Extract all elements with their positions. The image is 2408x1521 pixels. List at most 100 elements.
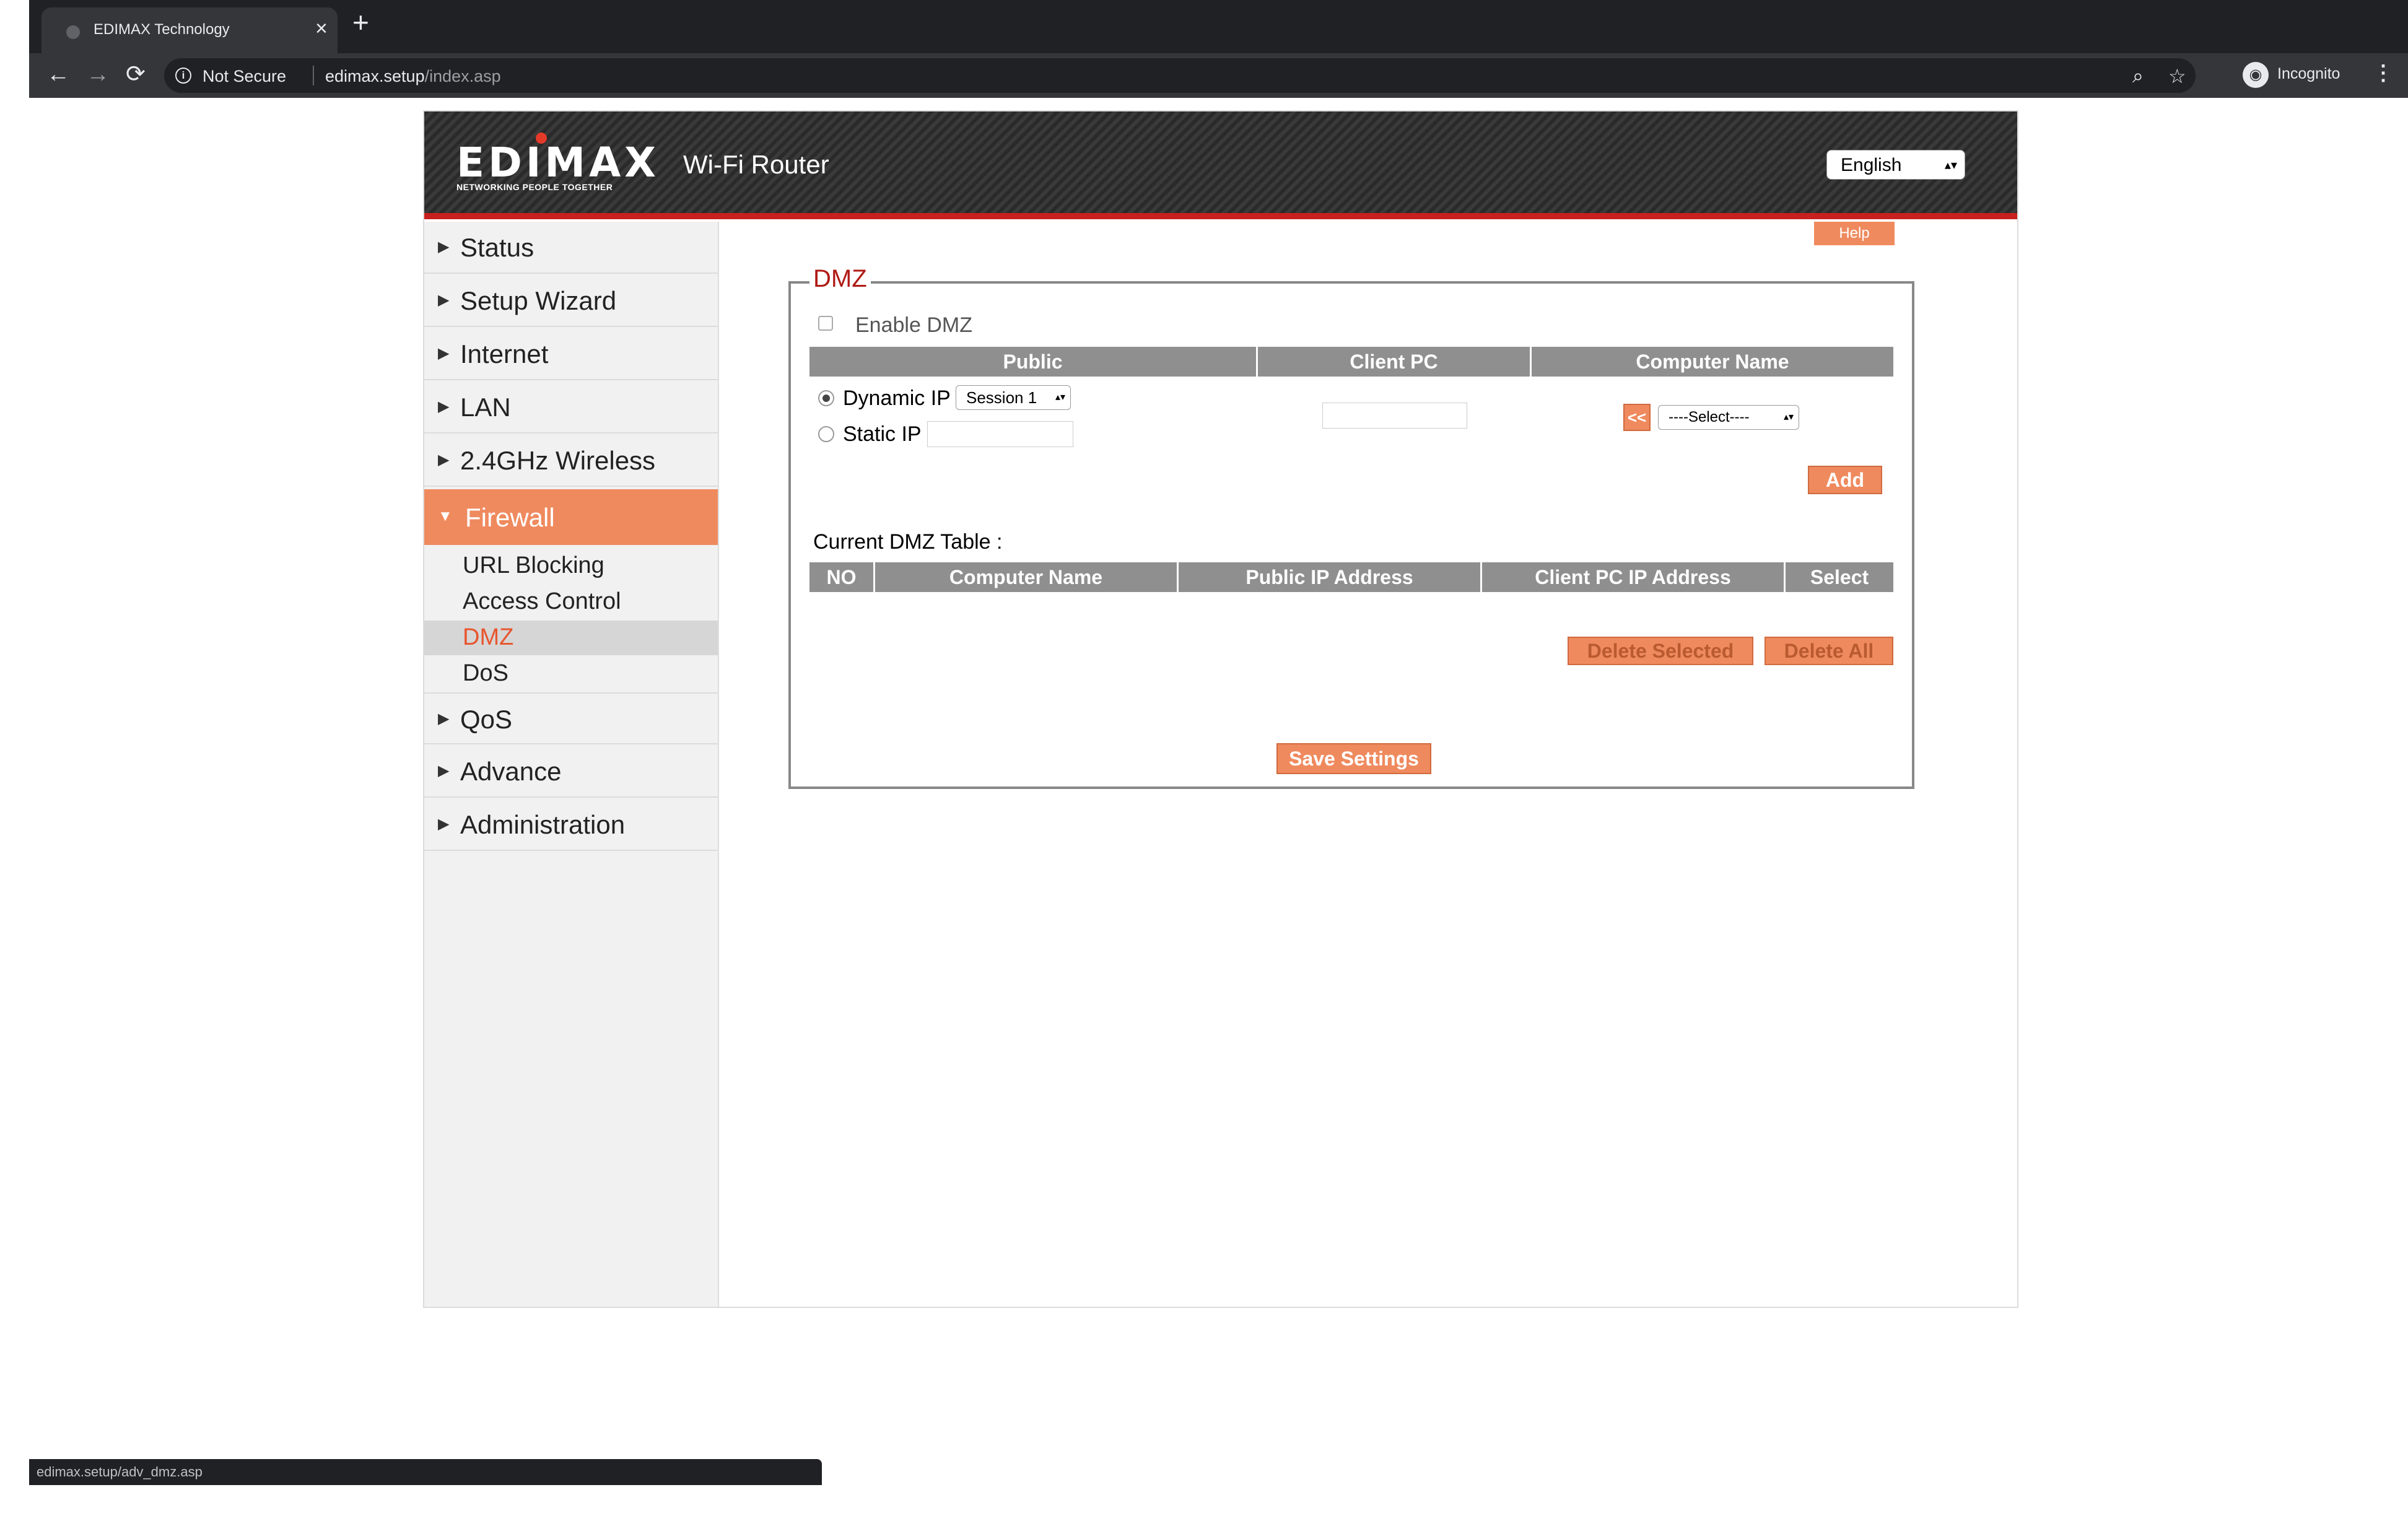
- static-ip-input[interactable]: [927, 421, 1073, 447]
- sidebar-item-qos[interactable]: ▶ QoS: [424, 692, 718, 744]
- select-arrow-icon: ▴▾: [1783, 412, 1794, 422]
- language-select[interactable]: English ▴▾: [1826, 150, 1965, 180]
- sidebar-item-label: Firewall: [465, 503, 555, 532]
- menu-icon[interactable]: ⋮: [2373, 61, 2394, 85]
- sidebar-item-internet[interactable]: ▶ Internet: [424, 328, 718, 380]
- divider: [313, 66, 314, 85]
- header-banner: EDIMAX NETWORKING PEOPLE TOGETHER Wi-Fi …: [424, 111, 2017, 216]
- select-arrow-icon: ▴▾: [1944, 159, 1957, 172]
- sidebar-item-firewall[interactable]: ▼ Firewall: [424, 489, 718, 545]
- forward-icon[interactable]: →: [86, 62, 110, 87]
- sidebar-subitem-dos[interactable]: DoS: [424, 656, 718, 691]
- sidebar-item-label: Internet: [460, 339, 549, 368]
- sidebar-subitem-url-blocking[interactable]: URL Blocking: [424, 549, 718, 583]
- sidebar-item-label: Advance: [460, 757, 562, 786]
- triangle-down-icon: ▼: [438, 508, 453, 525]
- star-icon[interactable]: ☆: [2168, 64, 2186, 88]
- sidebar-subitem-access-control[interactable]: Access Control: [424, 585, 718, 619]
- sidebar-item-label: Administration: [460, 810, 626, 839]
- url-text[interactable]: edimax.setup/index.asp: [325, 67, 501, 86]
- reload-icon[interactable]: ⟳: [126, 62, 146, 87]
- client-pc-input[interactable]: [1322, 403, 1467, 429]
- sidebar-subitem-dmz[interactable]: DMZ: [424, 621, 718, 655]
- router-page: EDIMAX NETWORKING PEOPLE TOGETHER Wi-Fi …: [423, 110, 2018, 1308]
- dmz-panel: DMZ Enable DMZ Public Client PC Computer…: [788, 265, 1914, 789]
- edimax-logo: EDIMAX NETWORKING PEOPLE TOGETHER: [456, 133, 660, 192]
- status-bar-url: edimax.setup/adv_dmz.asp: [29, 1459, 822, 1485]
- header-accent-bar: [424, 213, 2017, 219]
- column-public: Public: [809, 347, 1258, 377]
- dynamic-ip-label: Dynamic IP: [843, 386, 951, 410]
- static-ip-radio[interactable]: [818, 426, 834, 442]
- session-select[interactable]: Session 1 ▴▾: [956, 385, 1071, 410]
- security-label[interactable]: Not Secure: [203, 67, 286, 86]
- sidebar-item-wireless[interactable]: ▶ 2.4GHz Wireless: [424, 435, 718, 487]
- language-value: English: [1841, 155, 1902, 175]
- triangle-right-icon: ▶: [438, 710, 450, 727]
- section-title: DMZ: [809, 265, 871, 293]
- incognito-icon[interactable]: ◉: [2243, 62, 2269, 88]
- triangle-right-icon: ▶: [438, 292, 450, 308]
- close-icon[interactable]: ×: [315, 16, 328, 41]
- triangle-right-icon: ▶: [438, 238, 450, 255]
- column-computer-name: Computer Name: [1636, 351, 1789, 373]
- product-title: Wi-Fi Router: [683, 150, 829, 179]
- sidebar-subitem-label: Access Control: [463, 588, 621, 614]
- column-select: Select: [1810, 566, 1869, 588]
- sidebar-subitem-label: URL Blocking: [463, 552, 604, 578]
- triangle-right-icon: ▶: [438, 345, 450, 362]
- info-icon[interactable]: i: [175, 68, 191, 84]
- save-settings-button[interactable]: Save Settings: [1276, 743, 1431, 774]
- dmz-table-header: NO Computer Name Public IP Address Clien…: [809, 562, 1893, 592]
- sidebar-menu: ▶ Status ▶ Setup Wizard ▶ Internet ▶ LAN…: [424, 222, 719, 1307]
- sidebar-item-label: QoS: [460, 705, 513, 734]
- sidebar-item-advance[interactable]: ▶ Advance: [424, 746, 718, 798]
- column-no: NO: [809, 562, 875, 592]
- copy-computer-button[interactable]: <<: [1623, 404, 1651, 431]
- back-icon[interactable]: ←: [46, 62, 70, 87]
- session-value: Session 1: [966, 388, 1037, 407]
- sidebar-subitem-label: DMZ: [463, 624, 514, 650]
- url-host: edimax.setup: [325, 67, 425, 85]
- delete-selected-button[interactable]: Delete Selected: [1568, 637, 1753, 665]
- incognito-label[interactable]: Incognito: [2277, 65, 2340, 83]
- browser-tab[interactable]: EDIMAX Technology ×: [41, 7, 338, 53]
- address-bar[interactable]: i Not Secure edimax.setup/index.asp ⌕ ☆: [164, 58, 2196, 93]
- add-button[interactable]: Add: [1808, 466, 1882, 494]
- browser-toolbar: ← → ⟳ i Not Secure edimax.setup/index.as…: [29, 53, 2408, 98]
- globe-icon: [66, 25, 80, 39]
- static-ip-label: Static IP: [843, 422, 922, 446]
- triangle-right-icon: ▶: [438, 816, 450, 832]
- help-button[interactable]: Help: [1814, 222, 1895, 245]
- sidebar-item-lan[interactable]: ▶ LAN: [424, 381, 718, 434]
- enable-dmz-checkbox[interactable]: [818, 316, 833, 331]
- computer-select-value: ----Select----: [1669, 409, 1750, 425]
- browser-chrome: EDIMAX Technology × + ← → ⟳ i Not Secure…: [29, 0, 2408, 98]
- main-content: Help DMZ Enable DMZ Public Client PC Com…: [719, 222, 2017, 1307]
- column-client-ip: Client PC IP Address: [1482, 562, 1786, 592]
- triangle-right-icon: ▶: [438, 398, 450, 415]
- triangle-right-icon: ▶: [438, 451, 450, 468]
- logo-text: EDIMAX: [456, 139, 660, 186]
- sidebar-item-administration[interactable]: ▶ Administration: [424, 799, 718, 851]
- column-computer-name: Computer Name: [875, 562, 1179, 592]
- enable-dmz-label: Enable DMZ: [855, 313, 972, 337]
- zoom-icon[interactable]: ⌕: [2132, 64, 2144, 88]
- column-public-ip: Public IP Address: [1179, 562, 1482, 592]
- select-arrow-icon: ▴▾: [1055, 392, 1065, 403]
- sidebar-subitem-label: DoS: [463, 660, 508, 686]
- column-client-pc: Client PC: [1258, 347, 1532, 377]
- sidebar-item-status[interactable]: ▶ Status: [424, 222, 718, 274]
- logo-dot: [536, 133, 547, 144]
- computer-name-select[interactable]: ----Select---- ▴▾: [1658, 405, 1799, 430]
- triangle-right-icon: ▶: [438, 762, 450, 779]
- sidebar-item-setup-wizard[interactable]: ▶ Setup Wizard: [424, 275, 718, 327]
- url-path: /index.asp: [424, 67, 501, 85]
- sidebar-item-label: Status: [460, 233, 534, 262]
- dynamic-ip-radio[interactable]: [818, 390, 834, 406]
- delete-all-button[interactable]: Delete All: [1765, 637, 1893, 665]
- sidebar-item-label: 2.4GHz Wireless: [460, 446, 656, 475]
- tab-title: EDIMAX Technology: [94, 21, 230, 38]
- sidebar-item-label: LAN: [460, 393, 511, 422]
- new-tab-icon[interactable]: +: [352, 8, 369, 37]
